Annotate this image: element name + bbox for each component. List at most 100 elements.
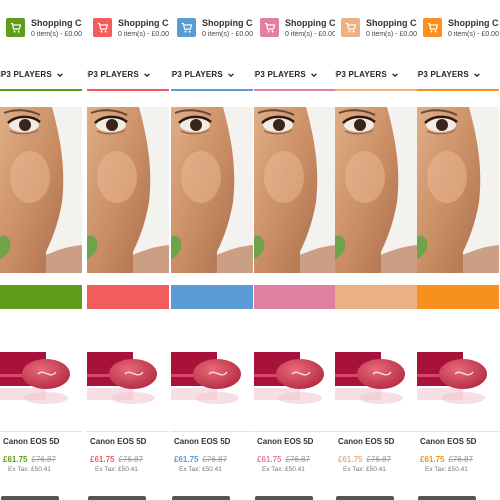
product-thumbnail[interactable] xyxy=(171,348,253,406)
product-thumbnail[interactable] xyxy=(254,348,336,406)
price-new: £61.75 xyxy=(90,455,115,464)
theme-column-blue: Shopping Cart 0 item(s) - £0.00 MP3 PLAYER… xyxy=(171,0,253,500)
ex-tax-price: Ex Tax: £50.41 xyxy=(95,466,138,473)
product-thumbnail[interactable] xyxy=(417,348,499,406)
menu-item-mp3-players[interactable]: MP3 PLAYERS xyxy=(171,70,235,79)
menu-item-label: MP3 PLAYERS xyxy=(335,70,387,79)
cart-icon-box[interactable] xyxy=(260,18,279,37)
theme-column-orange: Shopping Cart 0 item(s) - £0.00 MP3 PLAYER… xyxy=(417,0,499,500)
ex-tax-price: Ex Tax: £50.41 xyxy=(425,466,468,473)
shopping-cart-widget[interactable]: Shopping Cart 0 item(s) - £0.00 xyxy=(423,18,499,38)
banner-image xyxy=(335,107,417,273)
menu-accent-line xyxy=(87,89,169,91)
add-to-cart-button[interactable] xyxy=(336,496,394,500)
menu-item-mp3-players[interactable]: MP3 PLAYERS xyxy=(254,70,318,79)
cart-icon-box[interactable] xyxy=(6,18,25,37)
product-price: £61.75 £76.87 xyxy=(257,455,310,464)
chevron-down-icon xyxy=(57,72,63,77)
cart-icon-box[interactable] xyxy=(423,18,442,37)
menu-item-mp3-players[interactable]: MP3 PLAYERS xyxy=(335,70,399,79)
add-to-cart-button[interactable] xyxy=(255,496,313,500)
product-thumbnail[interactable] xyxy=(335,348,417,406)
accent-band xyxy=(87,285,169,309)
cart-summary: 0 item(s) - £0.00 xyxy=(285,31,336,38)
add-to-cart-button[interactable] xyxy=(418,496,476,500)
chevron-down-icon xyxy=(392,72,398,77)
cart-icon-box[interactable] xyxy=(93,18,112,37)
product-divider xyxy=(335,431,417,432)
cart-icon-box[interactable] xyxy=(177,18,196,37)
product-name[interactable]: Canon EOS 5D xyxy=(90,437,146,446)
product-divider xyxy=(254,431,336,432)
category-menu: MP3 PLAYERS xyxy=(417,70,499,82)
shopping-cart-widget[interactable]: Shopping Cart 0 item(s) - £0.00 xyxy=(260,18,336,38)
product-name[interactable]: Canon EOS 5D xyxy=(420,437,476,446)
chevron-down-icon xyxy=(228,72,234,77)
cart-title[interactable]: Shopping Cart xyxy=(366,19,417,28)
cart-summary: 0 item(s) - £0.00 xyxy=(118,31,169,38)
theme-column-red: Shopping Cart 0 item(s) - £0.00 MP3 PLAYER… xyxy=(87,0,169,500)
add-to-cart-button[interactable] xyxy=(88,496,146,500)
price-new: £61.75 xyxy=(174,455,199,464)
product-name[interactable]: Canon EOS 5D xyxy=(338,437,394,446)
ex-tax-price: Ex Tax: £50.41 xyxy=(343,466,386,473)
product-divider xyxy=(87,431,169,432)
banner[interactable] xyxy=(254,107,336,273)
shopping-cart-widget[interactable]: Shopping Cart 0 item(s) - £0.00 xyxy=(341,18,417,38)
price-old: £76.87 xyxy=(285,455,310,464)
banner[interactable] xyxy=(87,107,169,273)
price-old: £76.87 xyxy=(31,455,56,464)
cart-summary: 0 item(s) - £0.00 xyxy=(202,31,253,38)
banner-image xyxy=(254,107,336,273)
category-menu: MP3 PLAYERS xyxy=(171,70,253,82)
product-price: £61.75 £76.87 xyxy=(90,455,143,464)
product-thumbnail[interactable] xyxy=(0,348,82,406)
cart-text: Shopping Cart 0 item(s) - £0.00 xyxy=(285,18,336,39)
menu-accent-line xyxy=(171,89,253,91)
banner[interactable] xyxy=(0,107,82,273)
add-to-cart-button[interactable] xyxy=(172,496,230,500)
product-price: £61.75 £76.87 xyxy=(174,455,227,464)
cart-text: Shopping Cart 0 item(s) - £0.00 xyxy=(118,18,169,39)
price-new: £61.75 xyxy=(3,455,28,464)
cart-title[interactable]: Shopping Cart xyxy=(448,19,499,28)
shopping-cart-widget[interactable]: Shopping Cart 0 item(s) - £0.00 xyxy=(93,18,169,38)
menu-item-label: MP3 PLAYERS xyxy=(0,70,52,79)
banner[interactable] xyxy=(417,107,499,273)
cart-title[interactable]: Shopping Cart xyxy=(118,19,169,28)
cart-title[interactable]: Shopping Cart xyxy=(202,19,253,28)
cart-summary: 0 item(s) - £0.00 xyxy=(448,31,499,38)
product-name[interactable]: Canon EOS 5D xyxy=(257,437,313,446)
product-name[interactable]: Canon EOS 5D xyxy=(3,437,59,446)
add-to-cart-button[interactable] xyxy=(1,496,59,500)
price-old: £76.87 xyxy=(202,455,227,464)
cart-title[interactable]: Shopping Cart xyxy=(285,19,336,28)
cart-title[interactable]: Shopping Cart xyxy=(31,19,82,28)
ex-tax-price: Ex Tax: £50.41 xyxy=(8,466,51,473)
banner[interactable] xyxy=(171,107,253,273)
shopping-cart-icon xyxy=(264,22,275,33)
cart-icon-box[interactable] xyxy=(341,18,360,37)
product-name[interactable]: Canon EOS 5D xyxy=(174,437,230,446)
menu-accent-line xyxy=(417,89,499,91)
theme-column-peach: Shopping Cart 0 item(s) - £0.00 MP3 PLAYER… xyxy=(335,0,417,500)
menu-accent-line xyxy=(0,89,82,91)
menu-item-mp3-players[interactable]: MP3 PLAYERS xyxy=(87,70,151,79)
product-thumbnail[interactable] xyxy=(87,348,169,406)
ex-tax-price: Ex Tax: £50.41 xyxy=(262,466,305,473)
shopping-cart-icon xyxy=(10,22,21,33)
menu-item-label: MP3 PLAYERS xyxy=(417,70,469,79)
shopping-cart-widget[interactable]: Shopping Cart 0 item(s) - £0.00 xyxy=(6,18,82,38)
menu-item-mp3-players[interactable]: MP3 PLAYERS xyxy=(417,70,481,79)
product-image xyxy=(254,352,324,404)
accent-band xyxy=(417,285,499,309)
price-new: £61.75 xyxy=(257,455,282,464)
cart-text: Shopping Cart 0 item(s) - £0.00 xyxy=(448,18,499,39)
menu-accent-line xyxy=(335,89,417,91)
shopping-cart-icon xyxy=(427,22,438,33)
menu-item-mp3-players[interactable]: MP3 PLAYERS xyxy=(0,70,64,79)
shopping-cart-widget[interactable]: Shopping Cart 0 item(s) - £0.00 xyxy=(177,18,253,38)
price-old: £76.87 xyxy=(448,455,473,464)
banner[interactable] xyxy=(335,107,417,273)
banner-image xyxy=(87,107,169,273)
